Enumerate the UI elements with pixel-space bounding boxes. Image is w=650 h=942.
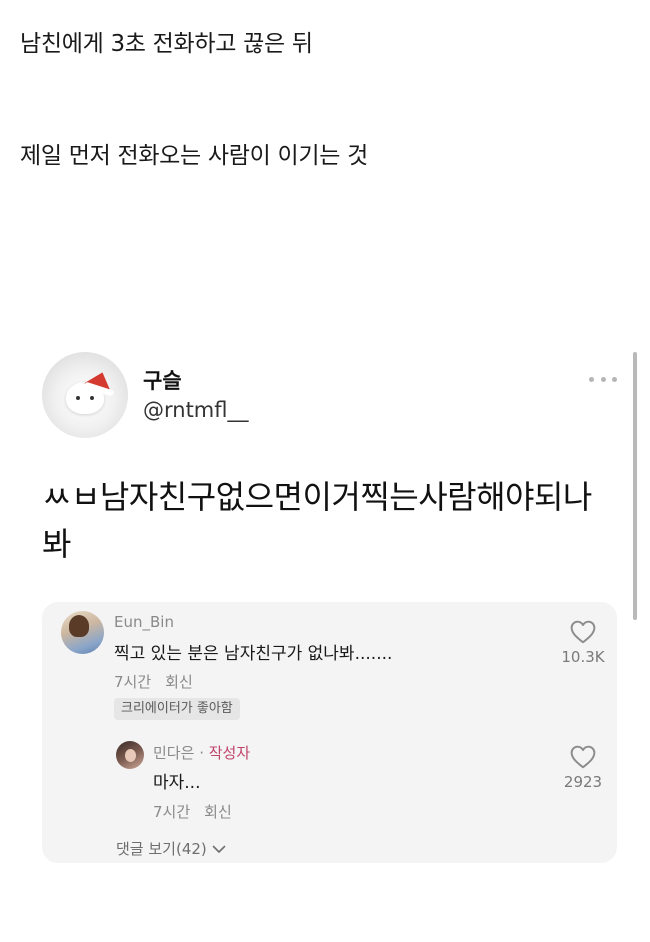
comment-meta: 7시간 회신 xyxy=(153,801,232,822)
view-replies-button[interactable]: 댓글 보기(42) xyxy=(116,838,226,859)
avatar-face-icon xyxy=(125,749,136,762)
comment-text: 마자... xyxy=(153,773,201,793)
author-tag: 작성자 xyxy=(208,744,251,762)
author-avatar[interactable] xyxy=(42,352,128,438)
comment-like-button[interactable]: 10.3K xyxy=(558,620,608,666)
comment-like-button[interactable]: 2923 xyxy=(558,745,608,791)
comment-time: 7시간 xyxy=(114,673,152,691)
comment-meta: 7시간 회신 xyxy=(114,671,193,692)
reply-username[interactable]: 민다은 xyxy=(153,744,194,762)
post-text: ㅆㅂ남자친구없으면이거찍는사람해야되나봐 xyxy=(42,478,592,563)
comments-panel: Eun_Bin 찍고 있는 분은 남자친구가 없나봐....... 7시간 회신… xyxy=(42,602,617,863)
dot-icon xyxy=(600,376,606,382)
avatar-hair-icon xyxy=(69,615,89,637)
caption-line-1: 남친에게 3초 전화하고 끊은 뒤 xyxy=(20,31,313,57)
author-name[interactable]: 구슬 xyxy=(143,365,182,395)
comment-username: 민다은 · 작성자 xyxy=(153,742,250,763)
comment-time: 7시간 xyxy=(153,803,191,821)
bear-eye-icon xyxy=(90,396,94,400)
bear-eye-icon xyxy=(76,396,80,400)
reply-button[interactable]: 회신 xyxy=(165,671,193,692)
reply-button[interactable]: 회신 xyxy=(204,801,232,822)
more-horizontal-icon[interactable] xyxy=(589,372,617,386)
dot-icon xyxy=(589,376,594,382)
comment-text: 찍고 있는 분은 남자친구가 없나봐....... xyxy=(114,644,393,664)
author-handle[interactable]: @rntmfl__ xyxy=(143,398,249,422)
heart-icon[interactable] xyxy=(570,745,596,769)
comment-username[interactable]: Eun_Bin xyxy=(114,613,174,631)
heart-icon[interactable] xyxy=(570,620,596,644)
view-replies-label: 댓글 보기(42) xyxy=(116,840,207,858)
like-count: 10.3K xyxy=(561,648,605,666)
chevron-down-icon xyxy=(212,845,226,853)
caption-line-2: 제일 먼저 전화오는 사람이 이기는 것 xyxy=(20,143,368,169)
name-separator: · xyxy=(199,744,204,762)
creator-liked-badge: 크리에이터가 좋아함 xyxy=(114,698,240,720)
comment-avatar[interactable] xyxy=(61,611,104,654)
comment-avatar[interactable] xyxy=(116,741,144,769)
dot-icon xyxy=(612,376,617,382)
like-count: 2923 xyxy=(563,773,603,791)
scrollbar[interactable] xyxy=(633,352,637,620)
